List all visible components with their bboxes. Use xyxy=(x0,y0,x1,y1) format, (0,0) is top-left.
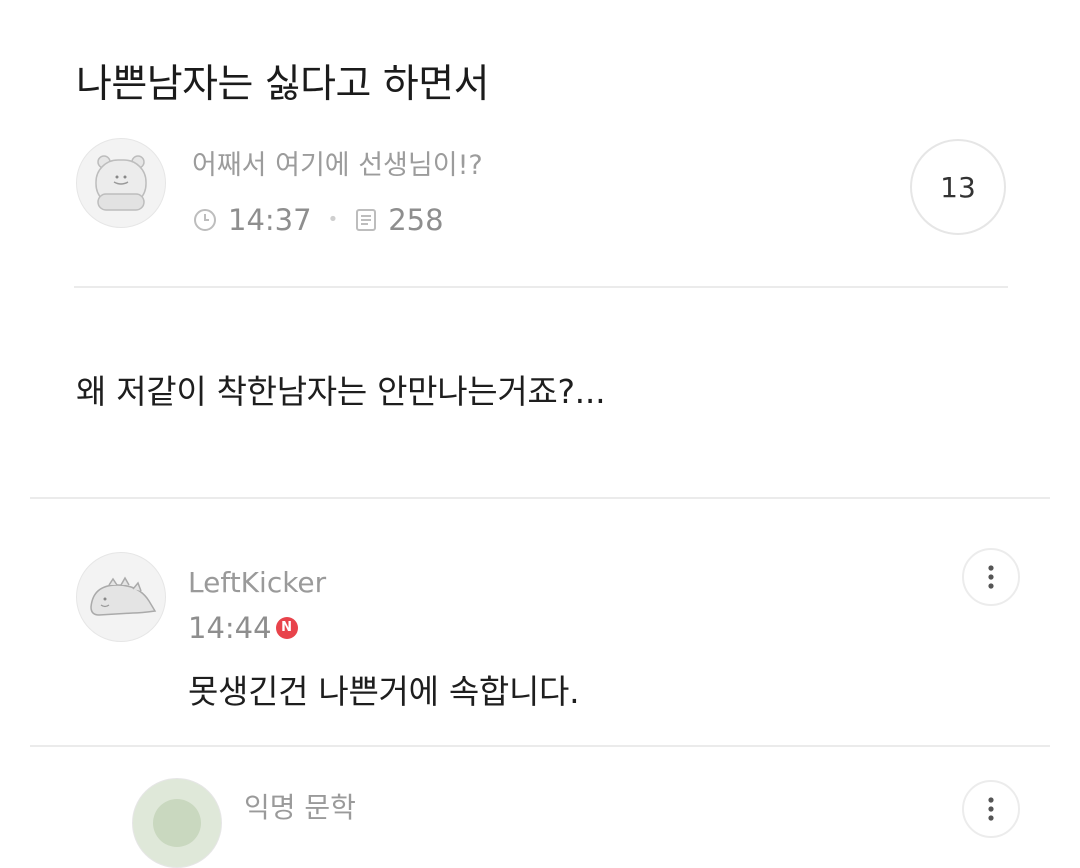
body-divider xyxy=(30,497,1050,499)
header-divider xyxy=(74,286,1008,288)
comment-more-button[interactable] xyxy=(962,548,1020,606)
meta-separator: • xyxy=(327,209,339,230)
comment-avatar[interactable] xyxy=(76,552,166,642)
clock-icon xyxy=(192,207,218,233)
comment-avatar[interactable] xyxy=(132,778,222,868)
comment-author[interactable]: LeftKicker xyxy=(188,563,326,603)
comment-more-button[interactable] xyxy=(962,780,1020,838)
author-avatar[interactable] xyxy=(76,138,166,228)
comment-divider xyxy=(30,745,1050,747)
author-name[interactable]: 어째서 여기에 선생님이!? xyxy=(192,148,483,184)
comment-text: 못생긴건 나쁜거에 속합니다. xyxy=(188,672,580,711)
avatar-icon xyxy=(153,799,201,847)
post-title: 나쁜남자는 싫다고 하면서 xyxy=(76,62,489,107)
post-body: 왜 저같이 착한남자는 안만나는거죠?... xyxy=(76,372,606,411)
document-icon xyxy=(354,207,378,233)
post-views: 258 xyxy=(388,203,444,237)
comment-meta: 14:44 N xyxy=(188,608,298,648)
dinosaur-avatar-icon xyxy=(90,576,157,616)
more-vertical-icon xyxy=(988,565,994,589)
comment-author[interactable]: 익명 문학 xyxy=(244,788,356,828)
comment-count-button[interactable]: 13 xyxy=(910,139,1006,235)
post-meta: 14:37 • 258 xyxy=(192,200,444,240)
hippo-avatar-icon xyxy=(95,155,147,211)
new-badge: N xyxy=(275,617,298,639)
post-time: 14:37 xyxy=(228,203,312,237)
comment-time: 14:44 xyxy=(188,611,272,645)
